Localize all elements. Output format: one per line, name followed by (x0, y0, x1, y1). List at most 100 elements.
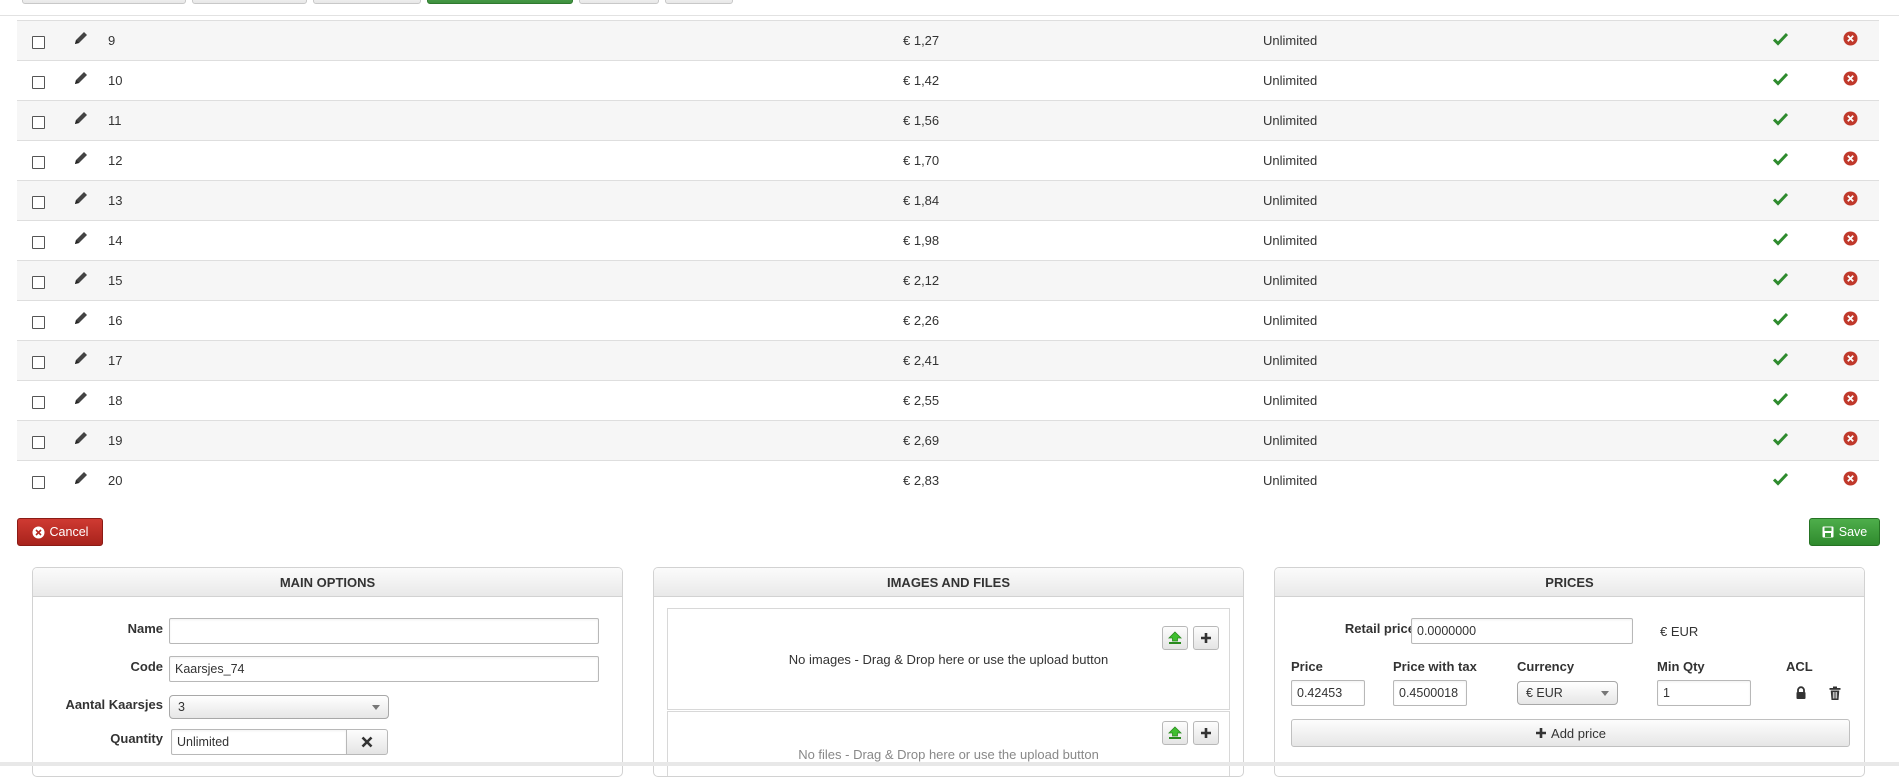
add-price-button[interactable]: Add price (1291, 719, 1850, 747)
remove-circle-icon[interactable] (1843, 151, 1858, 166)
check-icon[interactable] (1773, 472, 1788, 486)
row-price: € 1,42 (903, 73, 940, 88)
remove-circle-icon[interactable] (1843, 231, 1858, 246)
main-options-panel: MAIN OPTIONS Name Code Aantal Kaarsjes 3… (32, 567, 623, 777)
price-input[interactable] (1291, 680, 1365, 706)
pencil-icon[interactable] (72, 269, 90, 287)
remove-circle-icon[interactable] (1843, 391, 1858, 406)
cancel-button[interactable]: Cancel (17, 518, 103, 546)
cancel-label: Cancel (49, 525, 89, 539)
pencil-icon[interactable] (72, 349, 90, 367)
remove-circle-icon[interactable] (1843, 31, 1858, 46)
row-checkbox[interactable] (32, 276, 45, 289)
remove-circle-icon[interactable] (1843, 271, 1858, 286)
pencil-icon[interactable] (72, 189, 90, 207)
pencil-icon[interactable] (72, 389, 90, 407)
remove-circle-icon[interactable] (1843, 431, 1858, 446)
check-icon[interactable] (1773, 312, 1788, 326)
check-icon[interactable] (1773, 272, 1788, 286)
check-icon[interactable] (1773, 152, 1788, 166)
plus-icon (1201, 728, 1211, 738)
pencil-icon[interactable] (72, 309, 90, 327)
remove-circle-icon[interactable] (1843, 71, 1858, 86)
remove-circle-icon[interactable] (1843, 191, 1858, 206)
toolbar-button-primary[interactable] (427, 0, 573, 4)
clear-quantity-button[interactable] (346, 729, 388, 755)
toolbar-button[interactable] (192, 0, 307, 4)
row-checkbox[interactable] (32, 36, 45, 49)
pencil-icon[interactable] (72, 469, 90, 487)
row-number: 15 (108, 273, 123, 288)
table-row: 16 € 2,26 Unlimited (17, 300, 1879, 340)
toolbar-button[interactable] (579, 0, 659, 4)
check-icon[interactable] (1773, 432, 1788, 446)
row-stock: Unlimited (1263, 313, 1318, 328)
remove-circle-icon[interactable] (1843, 351, 1858, 366)
row-price: € 2,26 (903, 313, 940, 328)
row-checkbox[interactable] (32, 396, 45, 409)
upload-icon (1168, 726, 1182, 739)
row-checkbox[interactable] (32, 156, 45, 169)
add-image-button[interactable] (1193, 626, 1219, 650)
panel-title: PRICES (1275, 568, 1864, 597)
plus-icon (1536, 728, 1547, 738)
row-number: 13 (108, 193, 123, 208)
row-checkbox[interactable] (32, 316, 45, 329)
upload-file-button[interactable] (1162, 721, 1188, 745)
row-checkbox[interactable] (32, 476, 45, 489)
quantity-input[interactable] (171, 729, 347, 755)
row-stock: Unlimited (1263, 473, 1318, 488)
check-icon[interactable] (1773, 192, 1788, 206)
upload-image-button[interactable] (1162, 626, 1188, 650)
add-file-button[interactable] (1193, 721, 1219, 745)
table-row: 11 € 1,56 Unlimited (17, 100, 1879, 140)
aantal-kaarsjes-select[interactable]: 3 (169, 695, 389, 719)
row-checkbox[interactable] (32, 436, 45, 449)
price-with-tax-input[interactable] (1393, 680, 1467, 706)
name-input[interactable] (169, 618, 599, 644)
table-row: 15 € 2,12 Unlimited (17, 260, 1879, 300)
remove-circle-icon[interactable] (1843, 111, 1858, 126)
retail-price-input[interactable] (1411, 618, 1633, 644)
table-row: 20 € 2,83 Unlimited (17, 460, 1879, 500)
check-icon[interactable] (1773, 352, 1788, 366)
files-dropzone[interactable]: No files - Drag & Drop here or use the u… (667, 711, 1230, 776)
toolbar-button[interactable] (313, 0, 421, 4)
plus-icon (1201, 633, 1211, 643)
row-checkbox[interactable] (32, 356, 45, 369)
min-qty-column-label: Min Qty (1657, 659, 1705, 674)
table-row: 14 € 1,98 Unlimited (17, 220, 1879, 260)
save-icon (1822, 526, 1834, 538)
pencil-icon[interactable] (72, 109, 90, 127)
toolbar-button[interactable] (665, 0, 733, 4)
row-checkbox[interactable] (32, 196, 45, 209)
check-icon[interactable] (1773, 112, 1788, 126)
pencil-icon[interactable] (72, 429, 90, 447)
check-icon[interactable] (1773, 32, 1788, 46)
row-price: € 1,56 (903, 113, 940, 128)
code-input[interactable] (169, 656, 599, 682)
check-icon[interactable] (1773, 392, 1788, 406)
aantal-kaarsjes-value: 3 (178, 700, 185, 714)
pencil-icon[interactable] (72, 69, 90, 87)
row-checkbox[interactable] (32, 116, 45, 129)
remove-circle-icon[interactable] (1843, 471, 1858, 486)
remove-circle-icon[interactable] (1843, 311, 1858, 326)
pencil-icon[interactable] (72, 229, 90, 247)
check-icon[interactable] (1773, 232, 1788, 246)
pencil-icon[interactable] (72, 29, 90, 47)
save-button[interactable]: Save (1809, 518, 1880, 546)
row-price: € 2,12 (903, 273, 940, 288)
images-dropzone[interactable]: No images - Drag & Drop here or use the … (667, 608, 1230, 710)
pencil-icon[interactable] (72, 149, 90, 167)
lock-icon[interactable] (1794, 686, 1808, 700)
row-checkbox[interactable] (32, 76, 45, 89)
row-number: 17 (108, 353, 123, 368)
check-icon[interactable] (1773, 72, 1788, 86)
trash-icon[interactable] (1828, 686, 1842, 701)
row-price: € 1,27 (903, 33, 940, 48)
toolbar-button[interactable] (22, 0, 186, 4)
min-qty-input[interactable] (1657, 680, 1751, 706)
row-checkbox[interactable] (32, 236, 45, 249)
currency-select[interactable]: € EUR (1517, 681, 1618, 705)
